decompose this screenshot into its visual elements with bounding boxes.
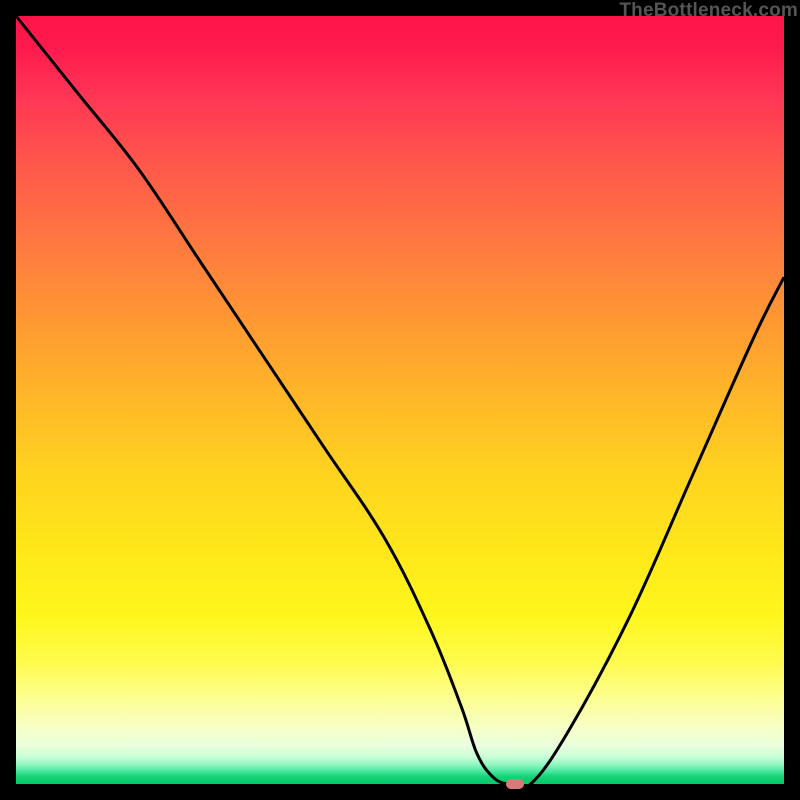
plot-area — [16, 16, 784, 784]
optimal-marker — [506, 779, 524, 789]
watermark-text: TheBottleneck.com — [619, 0, 798, 22]
chart-frame: TheBottleneck.com — [0, 0, 800, 800]
bottleneck-curve — [16, 16, 784, 789]
curve-svg — [16, 16, 784, 784]
